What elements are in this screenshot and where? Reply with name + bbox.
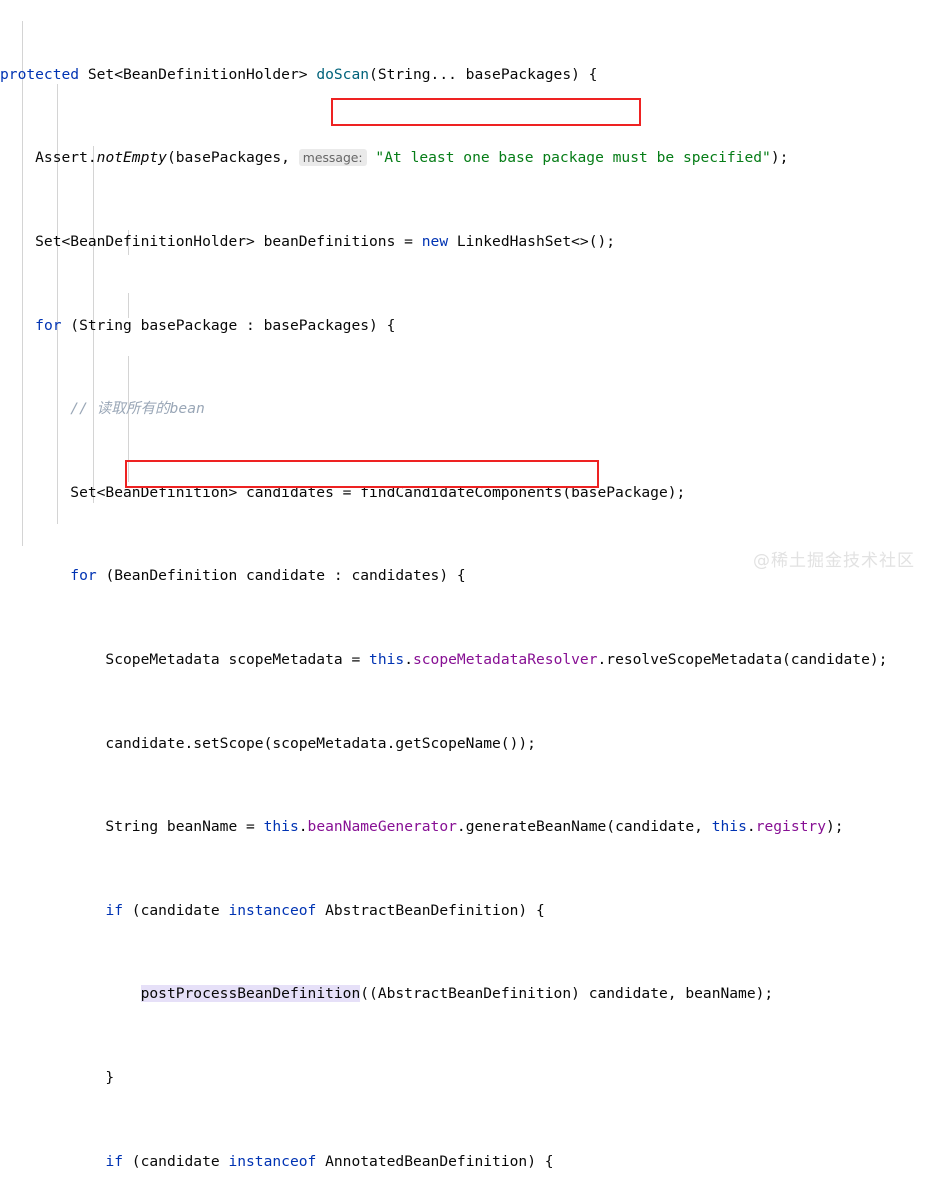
code-line: }: [0, 1069, 115, 1087]
parameter-hint-badge: message:: [298, 149, 367, 167]
code-line: String beanName = this.beanNameGenerator…: [0, 818, 844, 836]
code-line: Set<BeanDefinition> candidates = findCan…: [0, 483, 686, 501]
code-line: protected Set<BeanDefinitionHolder> doSc…: [0, 65, 598, 83]
code-line: Set<BeanDefinitionHolder> beanDefinition…: [0, 232, 616, 250]
code-text-block[interactable]: protected Set<BeanDefinitionHolder> doSc…: [0, 0, 929, 1178]
watermark-label: @稀土掘金技术社区: [753, 551, 915, 571]
code-line: candidate.setScope(scopeMetadata.getScop…: [0, 734, 536, 752]
code-editor-pane[interactable]: protected Set<BeanDefinitionHolder> doSc…: [0, 0, 929, 1170]
code-line: for (String basePackage : basePackages) …: [35, 316, 396, 334]
code-line: ScopeMetadata scopeMetadata = this.scope…: [0, 650, 888, 668]
code-line: if (candidate instanceof AbstractBeanDef…: [105, 901, 545, 919]
highlighted-symbol: postProcessBeanDefinition: [140, 985, 361, 1003]
code-line: if (candidate instanceof AnnotatedBeanDe…: [105, 1152, 554, 1170]
code-line: // 读取所有的bean: [70, 400, 205, 418]
code-line: postProcessBeanDefinition((AbstractBeanD…: [140, 985, 774, 1003]
code-line: Assert.notEmpty(basePackages, message: "…: [0, 149, 789, 167]
